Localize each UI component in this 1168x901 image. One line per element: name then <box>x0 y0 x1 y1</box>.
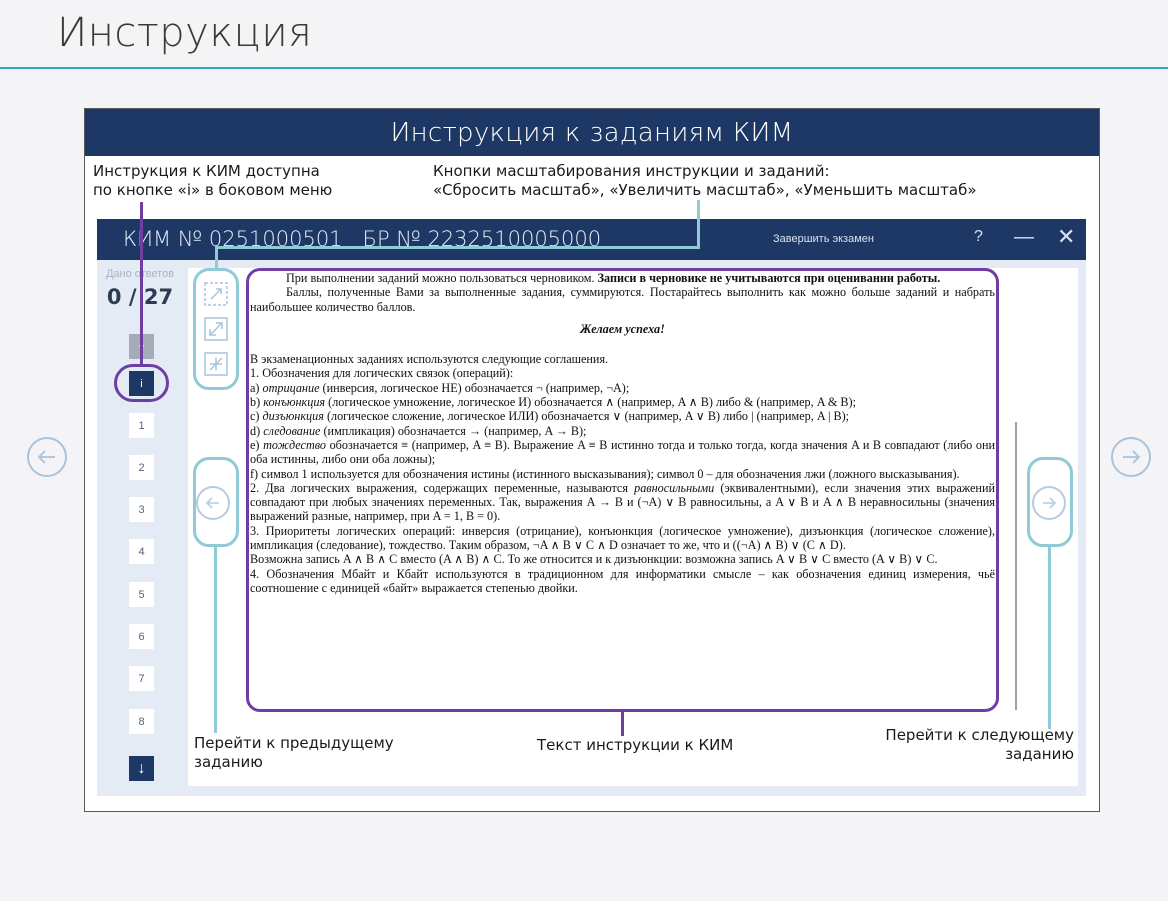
prev-highlight <box>193 457 239 547</box>
sidebar-item-5[interactable]: 5 <box>129 582 154 607</box>
annotation-next: Перейти к следующему заданию <box>876 726 1074 764</box>
title-divider <box>0 67 1168 69</box>
annotation-zoom: Кнопки масштабирования инструкции и зада… <box>433 162 977 200</box>
zoom-connector-v1 <box>697 200 700 248</box>
annotation-prev-line2: заданию <box>194 753 263 771</box>
zoom-highlight <box>193 268 239 390</box>
zoom-connector-h <box>215 246 700 249</box>
sidebar-item-6[interactable]: 6 <box>129 624 154 649</box>
close-button[interactable]: ✕ <box>1057 224 1075 250</box>
annotation-zoom-line2: «Сбросить масштаб», «Увеличить масштаб»,… <box>433 181 977 199</box>
minimize-button[interactable]: — <box>1014 226 1034 249</box>
sidebar-down-button[interactable]: ↓ <box>129 756 154 781</box>
sidebar-item-8[interactable]: 8 <box>129 709 154 734</box>
annotation-info-line2: по кнопке «i» в боковом меню <box>93 181 333 199</box>
annotation-info: Инструкция к КИМ доступна по кнопке «i» … <box>93 162 332 200</box>
info-connector-line <box>140 202 143 364</box>
text-connector-line <box>621 712 624 736</box>
annotation-prev: Перейти к предыдущему заданию <box>194 734 394 772</box>
sidebar-item-1[interactable]: 1 <box>129 413 154 438</box>
zoom-connector-v2 <box>215 246 218 268</box>
annotation-prev-line1: Перейти к предыдущему <box>194 734 394 752</box>
app-title-bar: КИМ № 0251000501 БР № 2232510005000 Заве… <box>97 219 1086 260</box>
next-connector-line <box>1048 547 1051 729</box>
frame-header: Инструкция к заданиям КИМ <box>85 109 1099 156</box>
sidebar-item-7[interactable]: 7 <box>129 666 154 691</box>
page-title: Инструкция <box>57 10 313 56</box>
text-highlight <box>246 268 999 712</box>
prev-connector-line <box>214 547 217 733</box>
outer-next-arrow-icon <box>1111 437 1151 477</box>
doc-scrollbar[interactable] <box>1015 422 1017 710</box>
annotation-zoom-line1: Кнопки масштабирования инструкции и зада… <box>433 162 830 180</box>
info-button-highlight <box>114 364 169 402</box>
annotation-info-line1: Инструкция к КИМ доступна <box>93 162 320 180</box>
annotation-next-line2: заданию <box>1005 745 1074 763</box>
outer-prev-arrow-icon <box>27 437 67 477</box>
annotation-next-line1: Перейти к следующему <box>885 726 1074 744</box>
help-button[interactable]: ? <box>974 228 983 246</box>
finish-exam-button[interactable]: Завершить экзамен <box>773 233 874 245</box>
sidebar-item-2[interactable]: 2 <box>129 455 154 480</box>
sidebar-item-4[interactable]: 4 <box>129 539 154 564</box>
sidebar-item-3[interactable]: 3 <box>129 497 154 522</box>
annotation-text: Текст инструкции к КИМ <box>537 736 734 754</box>
next-highlight <box>1027 457 1073 547</box>
